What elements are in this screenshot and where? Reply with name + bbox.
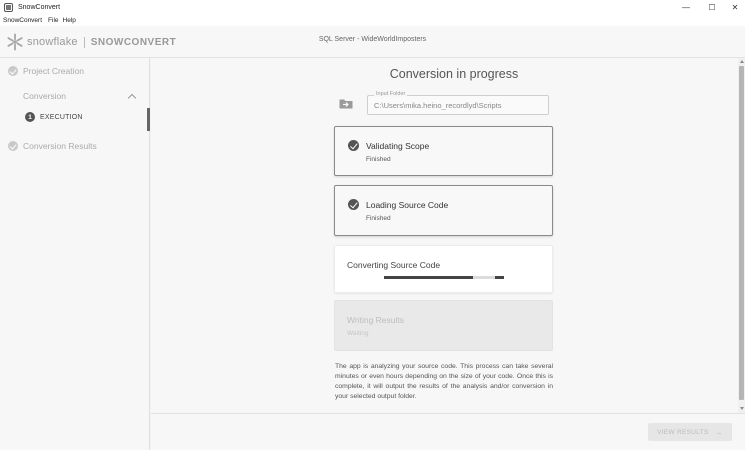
- app-header: snowflake SNOWCONVERT SQL Server - WideW…: [0, 26, 745, 58]
- task-card-converting-source-code: Converting Source Code: [334, 245, 553, 293]
- task-title: Writing Results: [347, 315, 404, 325]
- menu-file[interactable]: File: [48, 17, 58, 24]
- sidebar-item-label: Project Creation: [23, 66, 84, 76]
- check-circle-icon: [348, 199, 359, 210]
- view-results-label: VIEW RESULTS: [657, 428, 709, 436]
- scrollbar[interactable]: [738, 58, 745, 413]
- sidebar-item-project-creation[interactable]: Project Creation: [8, 66, 84, 76]
- menu-bar: SnowConvert File Help: [0, 14, 745, 26]
- task-card-writing-results: Writing Results Waiting: [334, 300, 553, 351]
- task-title: Validating Scope: [366, 141, 430, 151]
- task-status: Finished: [366, 215, 391, 222]
- progress-fill-tail: [495, 276, 504, 279]
- folder-arrow-icon: [339, 99, 353, 109]
- progress-fill: [384, 276, 473, 279]
- input-folder-label: Input Folder: [374, 91, 408, 97]
- sidebar-subitem-label: EXECUTION: [40, 113, 83, 121]
- footer-bar: VIEW RESULTS →: [151, 413, 745, 450]
- check-circle-icon: [8, 141, 18, 151]
- input-folder-value: C:\Users\mika.heino_recordlyd\Scripts: [374, 101, 502, 110]
- task-title: Loading Source Code: [366, 200, 449, 210]
- minimize-button[interactable]: —: [673, 0, 699, 14]
- project-name: SQL Server - WideWorldImposters: [318, 36, 427, 43]
- page-title: Conversion in progress: [389, 67, 519, 81]
- close-button[interactable]: ✕: [722, 0, 745, 14]
- task-card-validating-scope: Validating Scope Finished: [334, 126, 553, 176]
- title-bar: SnowConvert — ☐ ✕: [0, 0, 745, 14]
- step-number-badge: 1: [25, 112, 35, 122]
- task-card-loading-source-code: Loading Source Code Finished: [334, 185, 553, 236]
- sidebar-subitem-execution[interactable]: 1 EXECUTION: [25, 112, 83, 122]
- task-status: Finished: [366, 156, 391, 163]
- progress-bar: [384, 276, 504, 279]
- arrow-right-icon: →: [714, 427, 723, 437]
- sidebar-item-label: Conversion Results: [23, 141, 97, 151]
- scrollbar-thumb[interactable]: [739, 66, 744, 400]
- sidebar-item-conversion[interactable]: Conversion: [23, 91, 66, 101]
- scroll-down-arrow-icon[interactable]: [740, 407, 744, 410]
- main-content: Conversion in progress Input Folder C:\U…: [151, 58, 745, 450]
- sidebar: Project Creation Conversion 1 EXECUTION …: [0, 58, 150, 450]
- active-step-indicator: [147, 108, 150, 131]
- sidebar-item-conversion-results[interactable]: Conversion Results: [8, 141, 97, 151]
- task-status: Waiting: [347, 330, 369, 337]
- window-title: SnowConvert: [18, 3, 61, 11]
- menu-help[interactable]: Help: [63, 17, 76, 24]
- task-title: Converting Source Code: [347, 260, 441, 270]
- app-icon: [4, 2, 13, 12]
- menu-snowconvert[interactable]: SnowConvert: [3, 17, 42, 24]
- analysis-description: The app is analyzing your source code. T…: [335, 363, 553, 400]
- check-circle-icon: [348, 140, 359, 151]
- scroll-up-arrow-icon[interactable]: [740, 60, 744, 63]
- input-folder-field[interactable]: Input Folder C:\Users\mika.heino_recordl…: [367, 91, 549, 115]
- view-results-button[interactable]: VIEW RESULTS →: [648, 423, 732, 441]
- check-circle-icon: [8, 66, 18, 76]
